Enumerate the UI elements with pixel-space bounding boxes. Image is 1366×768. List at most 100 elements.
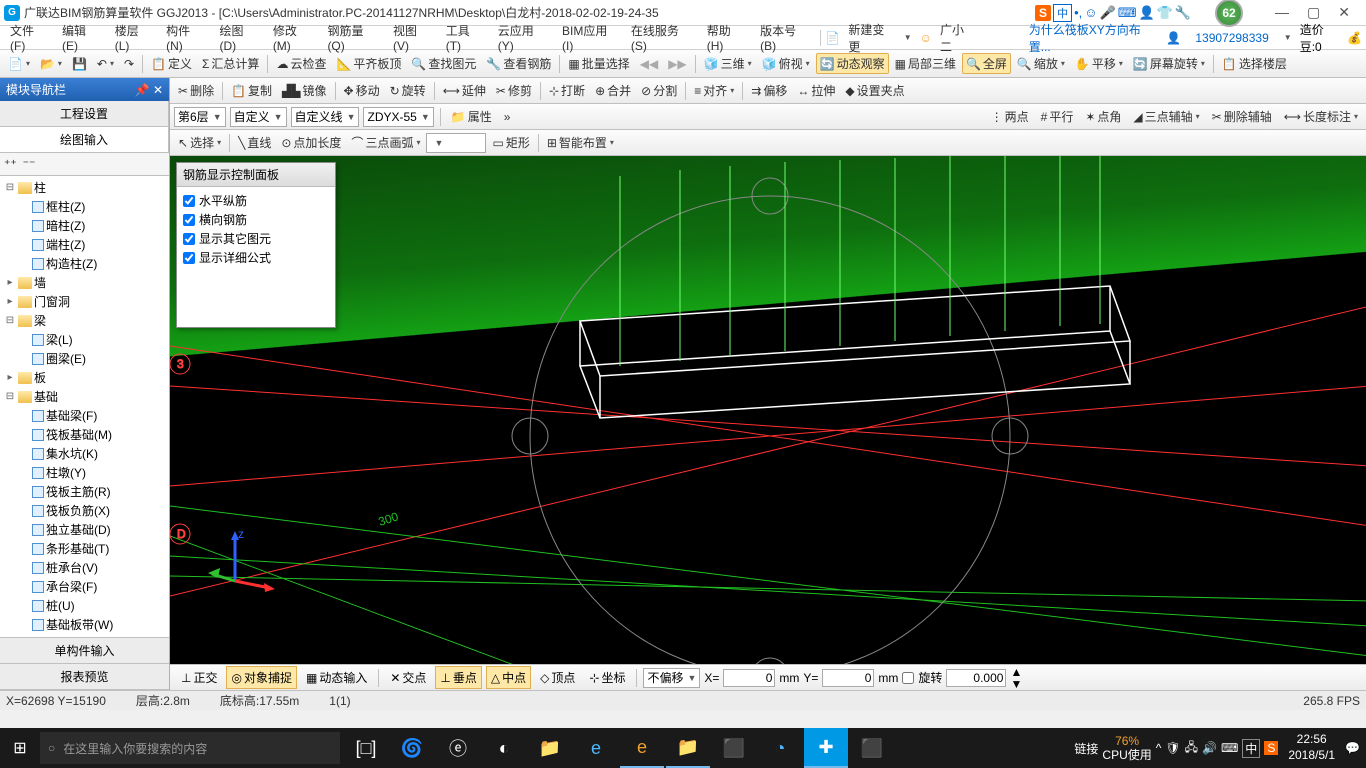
dyn-input-toggle[interactable]: ▦ 动态输入 — [301, 666, 372, 689]
sidebar-close-icon[interactable]: ✕ — [153, 83, 163, 97]
report-preview-button[interactable]: 报表预览 — [0, 664, 169, 690]
delete-aux-button[interactable]: ✂ 删除辅轴 — [1208, 106, 1276, 127]
ortho-toggle[interactable]: ⊥ 正交 — [176, 666, 222, 689]
tab-draw-input[interactable]: 绘图输入 — [0, 127, 169, 152]
line-button[interactable]: ╲ 直线 — [234, 132, 275, 153]
tree-found-strip[interactable]: 基础板带(W) — [2, 615, 167, 634]
menu-new-change[interactable]: 新建变更 — [842, 19, 900, 57]
task-app4[interactable]: ◔ — [758, 728, 802, 768]
rect-button[interactable]: ▭ 矩形 — [488, 132, 533, 153]
undo-button[interactable]: ↶▾ — [93, 55, 118, 73]
tree-wall[interactable]: ▸墙 — [2, 273, 167, 292]
tray-defender-icon[interactable]: 🛡 — [1165, 741, 1180, 755]
tree-found-beam[interactable]: 基础梁(F) — [2, 406, 167, 425]
align-button[interactable]: ≡ 对齐▾ — [690, 80, 738, 101]
type-dropdown[interactable]: 自定义线▼ — [291, 107, 360, 127]
category-dropdown[interactable]: 自定义▼ — [230, 107, 287, 127]
tree-foundation[interactable]: ⊟基础 — [2, 387, 167, 406]
y-input[interactable] — [822, 669, 874, 687]
more-button[interactable]: » — [500, 108, 515, 126]
move-button[interactable]: ✥ 移动 — [340, 80, 384, 101]
two-point-button[interactable]: ⋮ 两点 — [987, 106, 1033, 127]
component-tree[interactable]: ⊟柱 框柱(Z) 暗柱(Z) 端柱(Z) 构造柱(Z) ▸墙 ▸门窗洞 ⊟梁 梁… — [0, 176, 169, 637]
task-view-icon[interactable]: [□] — [344, 728, 388, 768]
rotate-button[interactable]: ↻ 旋转 — [386, 80, 430, 101]
tree-cap-beam[interactable]: 承台梁(F) — [2, 577, 167, 596]
tray-keyboard-icon[interactable]: ⌨ — [1221, 741, 1238, 755]
break-button[interactable]: ⊹ 打断 — [545, 80, 589, 101]
floor-dropdown[interactable]: 第6层▼ — [174, 107, 226, 127]
tree-raft[interactable]: 筏板基础(M) — [2, 425, 167, 444]
menu-tools[interactable]: 工具(T) — [440, 20, 490, 55]
tree-pier[interactable]: 柱墩(Y) — [2, 463, 167, 482]
minimize-button[interactable]: — — [1275, 4, 1289, 21]
task-ie2[interactable]: e — [620, 728, 664, 768]
task-app3[interactable]: ⬛ — [712, 728, 756, 768]
task-app2[interactable]: ◐ — [482, 728, 526, 768]
point-angle-button[interactable]: ✶ 点角 — [1081, 106, 1125, 127]
split-button[interactable]: ⊘ 分割 — [637, 80, 681, 101]
menu-help[interactable]: 帮助(H) — [701, 20, 752, 55]
flat-top-button[interactable]: 📐 平齐板顶 — [332, 53, 405, 74]
tree-ring-beam[interactable]: 圈梁(E) — [2, 349, 167, 368]
tray-link[interactable]: 链接 — [1074, 740, 1098, 757]
copy-button[interactable]: 📋 复制 — [227, 80, 276, 101]
smart-layout-button[interactable]: ⊞ 智能布置▾ — [543, 132, 618, 153]
rotate-input[interactable] — [946, 669, 1006, 687]
tree-raft-neg[interactable]: 筏板负筋(X) — [2, 501, 167, 520]
windows-taskbar[interactable]: ⊞ ○ 在这里输入你要搜索的内容 [□] 🌀 ⓔ ◐ 📁 e e 📁 ⬛ ◔ ✚… — [0, 728, 1366, 768]
tree-beam[interactable]: ⊟梁 — [2, 311, 167, 330]
top-view-button[interactable]: 🧊 俯视▾ — [758, 53, 814, 74]
task-app5[interactable]: ⬛ — [850, 728, 894, 768]
ime-wrench-icon[interactable]: 🔧 — [1175, 5, 1191, 21]
tray-volume-icon[interactable]: 🔊 — [1202, 741, 1217, 755]
menu-version[interactable]: 版本号(B) — [754, 20, 816, 55]
tree-isolated[interactable]: 独立基础(D) — [2, 520, 167, 539]
chk-show-formula[interactable]: 显示详细公式 — [183, 248, 329, 267]
expand-icon[interactable]: ⁺⁺ — [4, 157, 17, 171]
task-glodon[interactable]: ✚ — [804, 728, 848, 768]
zoom-button[interactable]: 🔍 缩放▾ — [1013, 53, 1069, 74]
collapse-icon[interactable]: ⁻⁻ — [23, 157, 36, 171]
tree-column[interactable]: ⊟柱 — [2, 178, 167, 197]
menu-cloud[interactable]: 云应用(Y) — [492, 20, 554, 55]
join-button[interactable]: ⊕ 合并 — [591, 80, 635, 101]
tree-beam-l[interactable]: 梁(L) — [2, 330, 167, 349]
view-steel-button[interactable]: 🔧 查看钢筋 — [482, 53, 555, 74]
tree-slab[interactable]: ▸板 — [2, 368, 167, 387]
pan-button[interactable]: ✋ 平移▾ — [1071, 53, 1127, 74]
rebar-panel[interactable]: 钢筋显示控制面板 水平纵筋 横向钢筋 显示其它图元 显示详细公式 — [176, 162, 336, 328]
rotate-checkbox[interactable] — [902, 672, 914, 684]
menu-edit[interactable]: 编辑(E) — [56, 20, 107, 55]
draw-dropdown[interactable]: ▼ — [426, 133, 486, 153]
redo-button[interactable]: ↷ — [120, 55, 138, 73]
save-button[interactable]: 💾 — [68, 55, 91, 73]
dynamic-view-button[interactable]: 🔄 动态观察 — [816, 53, 889, 74]
find-button[interactable]: 🔍 查找图元 — [407, 53, 480, 74]
tree-strip[interactable]: 条形基础(T) — [2, 539, 167, 558]
spinner[interactable]: ▲▼ — [1010, 666, 1022, 690]
tree-pile[interactable]: 桩(U) — [2, 596, 167, 615]
tray-clock[interactable]: 22:562018/5/1 — [1282, 732, 1341, 763]
perp-toggle[interactable]: ⊥ 垂点 — [435, 666, 481, 689]
tab-project-settings[interactable]: 工程设置 — [0, 101, 169, 126]
chk-show-other[interactable]: 显示其它图元 — [183, 229, 329, 248]
single-input-button[interactable]: 单构件输入 — [0, 638, 169, 664]
tray-network-icon[interactable]: 🖧 — [1185, 738, 1198, 759]
delete-button[interactable]: ✂ 删除 — [174, 80, 218, 101]
mirror-button[interactable]: ▟▙ 镜像 — [278, 80, 330, 101]
parallel-button[interactable]: # 平行 — [1037, 106, 1078, 127]
offset-button[interactable]: ⇉ 偏移 — [747, 80, 791, 101]
taskbar-search[interactable]: ○ 在这里输入你要搜索的内容 — [40, 732, 340, 764]
menu-view[interactable]: 视图(V) — [387, 20, 438, 55]
menu-draw[interactable]: 绘图(D) — [213, 20, 264, 55]
coord-toggle[interactable]: ⊹ 坐标 — [584, 666, 630, 689]
tree-struct-column[interactable]: 构造柱(Z) — [2, 254, 167, 273]
chk-transverse[interactable]: 横向钢筋 — [183, 210, 329, 229]
tray-ime-s[interactable]: S — [1264, 741, 1278, 755]
tray-cpu[interactable]: 76%CPU使用 — [1102, 734, 1151, 763]
tray-notifications-icon[interactable]: 💬 — [1345, 741, 1360, 755]
fullscreen-button[interactable]: 🔍 全屏 — [962, 53, 1011, 74]
task-folder[interactable]: 📁 — [666, 728, 710, 768]
menu-user[interactable]: 广小二 — [934, 19, 981, 57]
